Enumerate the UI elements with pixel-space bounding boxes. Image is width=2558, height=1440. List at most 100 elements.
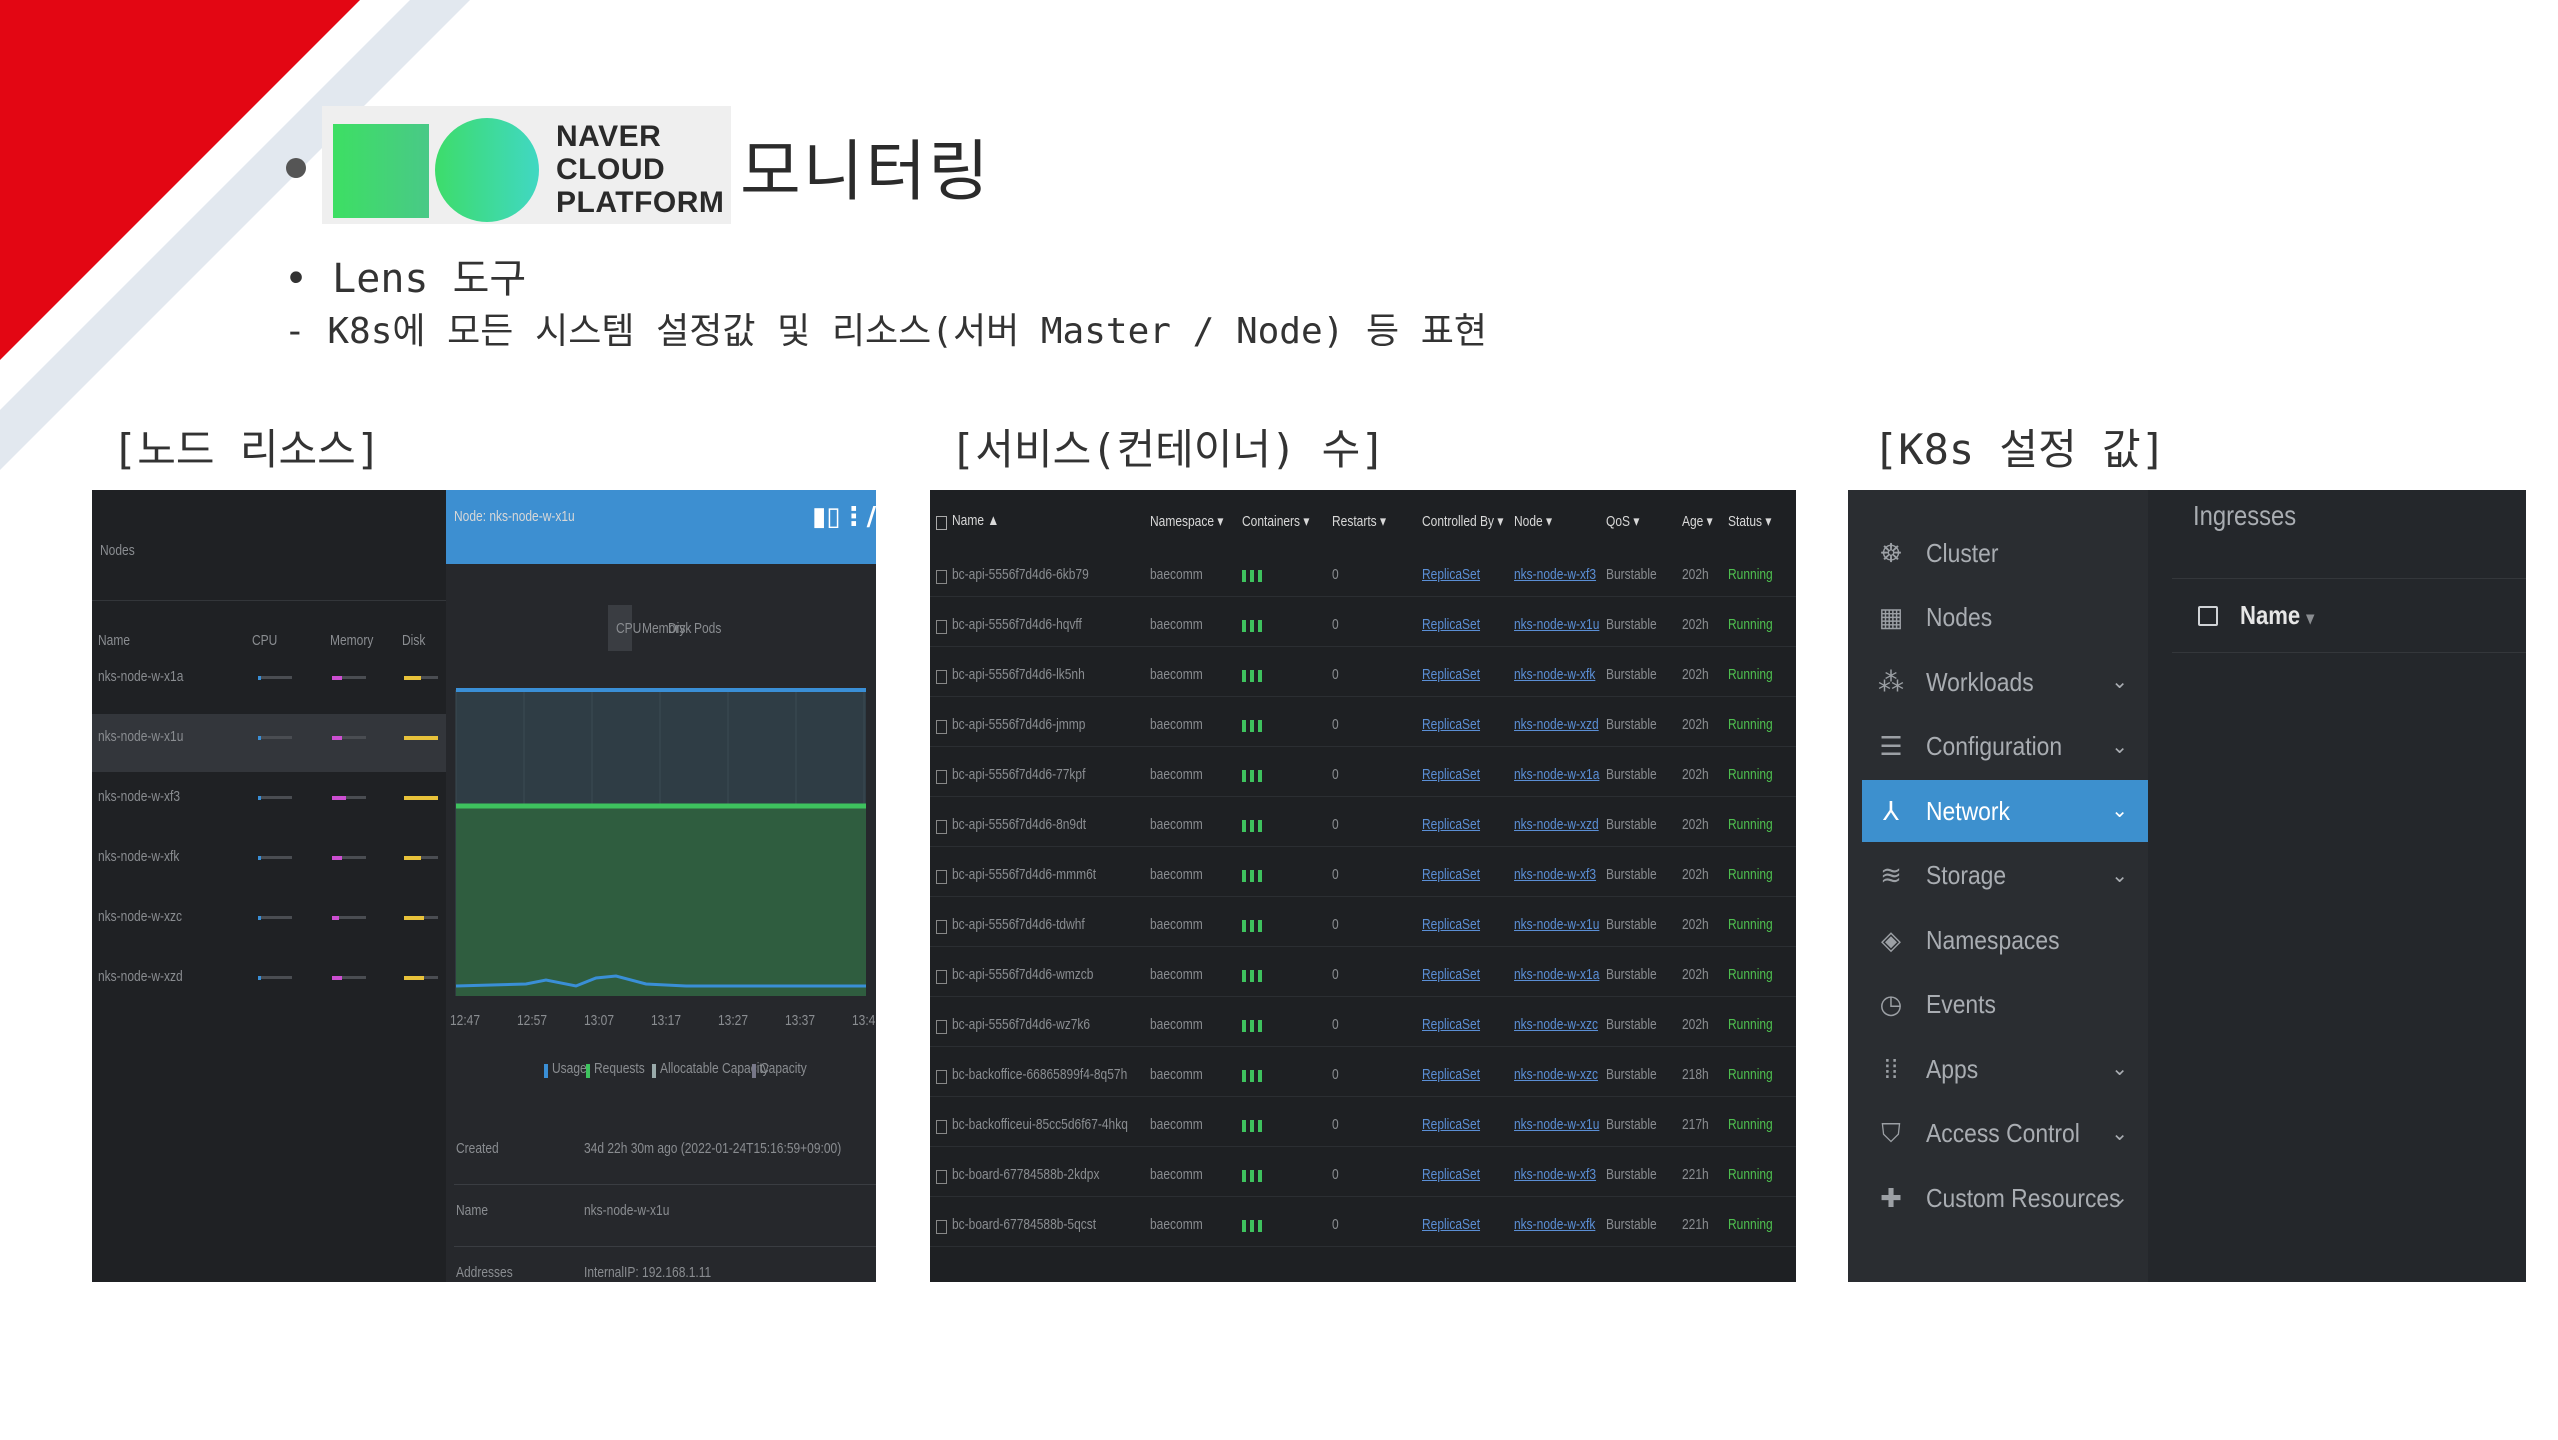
- sidebar-item-custom-resources[interactable]: ✚ Custom Resources ⌄: [1862, 1167, 2148, 1229]
- pod-name[interactable]: bc-api-5556f7d4d6-hqvff: [952, 616, 1082, 633]
- pod-controlled-by-link[interactable]: ReplicaSet: [1422, 916, 1480, 933]
- pod-name[interactable]: bc-api-5556f7d4d6-6kb79: [952, 566, 1089, 583]
- pod-name[interactable]: bc-api-5556f7d4d6-wz7k6: [952, 1016, 1090, 1033]
- pod-column-header[interactable]: Namespace ▾: [1150, 512, 1223, 530]
- pod-controlled-by-link[interactable]: ReplicaSet: [1422, 966, 1480, 983]
- pod-node-link[interactable]: nks-node-w-x1u: [1514, 616, 1599, 633]
- row-checkbox[interactable]: [936, 670, 947, 684]
- pod-column-header[interactable]: Name ▲: [952, 512, 999, 529]
- sidebar-item-network[interactable]: ⅄ Network ⌄: [1862, 780, 2148, 842]
- pod-column-header[interactable]: Status ▾: [1728, 512, 1771, 530]
- select-all-checkbox[interactable]: [2198, 606, 2218, 626]
- row-checkbox[interactable]: [936, 770, 947, 784]
- pod-node-link[interactable]: nks-node-w-xfk: [1514, 1216, 1595, 1233]
- row-checkbox[interactable]: [936, 1120, 947, 1134]
- pod-controlled-by-link[interactable]: ReplicaSet: [1422, 1066, 1480, 1083]
- pod-controlled-by-link[interactable]: ReplicaSet: [1422, 566, 1480, 583]
- tab-pods[interactable]: Pods: [694, 620, 721, 637]
- row-checkbox[interactable]: [936, 870, 947, 884]
- pod-controlled-by-link[interactable]: ReplicaSet: [1422, 866, 1480, 883]
- tab-cpu[interactable]: CPU: [616, 620, 641, 637]
- pod-name[interactable]: bc-api-5556f7d4d6-tdwhf: [952, 916, 1085, 933]
- sidebar-item-cluster[interactable]: ☸ Cluster: [1862, 522, 2148, 584]
- sidebar-item-storage[interactable]: ≋ Storage ⌄: [1862, 845, 2148, 907]
- row-checkbox[interactable]: [936, 820, 947, 834]
- pod-name[interactable]: bc-api-5556f7d4d6-lk5nh: [952, 666, 1085, 683]
- pod-name[interactable]: bc-backofficeui-85cc5d6f67-4hkq: [952, 1116, 1128, 1133]
- pod-name[interactable]: bc-backoffice-66865899f4-8q57h: [952, 1066, 1127, 1083]
- sidebar-item-events[interactable]: ◷ Events: [1862, 974, 2148, 1036]
- pod-column-header[interactable]: Node ▾: [1514, 512, 1552, 530]
- pod-node-link[interactable]: nks-node-w-xfk: [1514, 666, 1595, 683]
- pod-column-header[interactable]: Restarts ▾: [1332, 512, 1386, 530]
- pod-controlled-by-link[interactable]: ReplicaSet: [1422, 716, 1480, 733]
- node-column-header[interactable]: Memory: [330, 632, 373, 649]
- pod-node-link[interactable]: nks-node-w-x1a: [1514, 966, 1599, 983]
- pod-node-link[interactable]: nks-node-w-x1u: [1514, 1116, 1599, 1133]
- pod-controlled-by-link[interactable]: ReplicaSet: [1422, 1016, 1480, 1033]
- time-tick-label: 13:17: [651, 1012, 682, 1029]
- pod-controlled-by-link[interactable]: ReplicaSet: [1422, 1166, 1480, 1183]
- node-name[interactable]: nks-node-w-x1u: [98, 728, 183, 745]
- pod-name[interactable]: bc-api-5556f7d4d6-mmm6t: [952, 866, 1096, 883]
- node-name[interactable]: nks-node-w-xfk: [98, 848, 179, 865]
- node-name[interactable]: nks-node-w-xf3: [98, 788, 180, 805]
- sidebar-item-namespaces[interactable]: ◈ Namespaces: [1862, 909, 2148, 971]
- pod-node-link[interactable]: nks-node-w-xzd: [1514, 716, 1599, 733]
- container-status-icon: [1242, 620, 1246, 632]
- pod-name[interactable]: bc-api-5556f7d4d6-77kpf: [952, 766, 1085, 783]
- pod-column-header[interactable]: Controlled By ▾: [1422, 512, 1503, 530]
- pod-name[interactable]: bc-api-5556f7d4d6-jmmp: [952, 716, 1085, 733]
- sidebar-item-apps[interactable]: ⁞⁞ Apps ⌄: [1862, 1038, 2148, 1100]
- pod-column-header[interactable]: Containers ▾: [1242, 512, 1309, 530]
- sidebar-item-configuration[interactable]: ☰ Configuration ⌄: [1862, 716, 2148, 778]
- sidebar-item-label: Workloads: [1926, 666, 2034, 697]
- pod-node-link[interactable]: nks-node-w-xf3: [1514, 866, 1596, 883]
- row-checkbox[interactable]: [936, 1020, 947, 1034]
- pod-node-link[interactable]: nks-node-w-xzc: [1514, 1066, 1598, 1083]
- row-checkbox[interactable]: [936, 620, 947, 634]
- pod-controlled-by-link[interactable]: ReplicaSet: [1422, 1116, 1480, 1133]
- node-column-header[interactable]: Disk: [402, 632, 425, 649]
- pod-node-link[interactable]: nks-node-w-xzc: [1514, 1016, 1598, 1033]
- row-checkbox[interactable]: [936, 570, 947, 584]
- select-all-checkbox[interactable]: [936, 516, 947, 530]
- row-checkbox[interactable]: [936, 970, 947, 984]
- name-column-label: Name: [2240, 600, 2301, 630]
- pod-name[interactable]: bc-api-5556f7d4d6-8n9dt: [952, 816, 1086, 833]
- pod-controlled-by-link[interactable]: ReplicaSet: [1422, 766, 1480, 783]
- pod-controlled-by-link[interactable]: ReplicaSet: [1422, 616, 1480, 633]
- pod-column-header[interactable]: Age ▾: [1682, 512, 1713, 530]
- row-checkbox[interactable]: [936, 920, 947, 934]
- node-column-header[interactable]: CPU: [252, 632, 277, 649]
- pod-column-header[interactable]: QoS ▾: [1606, 512, 1639, 530]
- pod-name[interactable]: bc-api-5556f7d4d6-wmzcb: [952, 966, 1093, 983]
- node-column-header[interactable]: Name: [98, 632, 130, 649]
- pod-name[interactable]: bc-board-67784588b-5qcst: [952, 1216, 1096, 1233]
- pod-controlled-by-link[interactable]: ReplicaSet: [1422, 1216, 1480, 1233]
- tab-disk[interactable]: Disk: [668, 620, 691, 637]
- sidebar-item-nodes[interactable]: ▦ Nodes: [1862, 587, 2148, 649]
- pod-node-link[interactable]: nks-node-w-x1u: [1514, 916, 1599, 933]
- sidebar-item-access-control[interactable]: ⛉ Access Control ⌄: [1862, 1103, 2148, 1165]
- pod-node-link[interactable]: nks-node-w-xzd: [1514, 816, 1599, 833]
- pod-node-link[interactable]: nks-node-w-x1a: [1514, 766, 1599, 783]
- name-column-header[interactable]: Name ▾: [2240, 600, 2314, 631]
- row-checkbox[interactable]: [936, 720, 947, 734]
- detail-value: 34d 22h 30m ago (2022-01-24T15:16:59+09:…: [584, 1140, 842, 1157]
- row-checkbox[interactable]: [936, 1070, 947, 1084]
- pod-node-link[interactable]: nks-node-w-xf3: [1514, 1166, 1596, 1183]
- sidebar-item-label: Cluster: [1926, 537, 1999, 568]
- pod-controlled-by-link[interactable]: ReplicaSet: [1422, 816, 1480, 833]
- node-name[interactable]: nks-node-w-xzc: [98, 908, 182, 925]
- sidebar-item-workloads[interactable]: ⁂ Workloads ⌄: [1862, 651, 2148, 713]
- pod-qos: Burstable: [1606, 1116, 1657, 1133]
- pod-node-link[interactable]: nks-node-w-xf3: [1514, 566, 1596, 583]
- row-checkbox[interactable]: [936, 1170, 947, 1184]
- pod-controlled-by-link[interactable]: ReplicaSet: [1422, 666, 1480, 683]
- node-name[interactable]: nks-node-w-x1a: [98, 668, 183, 685]
- row-checkbox[interactable]: [936, 1220, 947, 1234]
- pod-name[interactable]: bc-board-67784588b-2kdpx: [952, 1166, 1099, 1183]
- node-name[interactable]: nks-node-w-xzd: [98, 968, 183, 985]
- toolbar-icons[interactable]: ▮▯⋮/: [812, 502, 876, 532]
